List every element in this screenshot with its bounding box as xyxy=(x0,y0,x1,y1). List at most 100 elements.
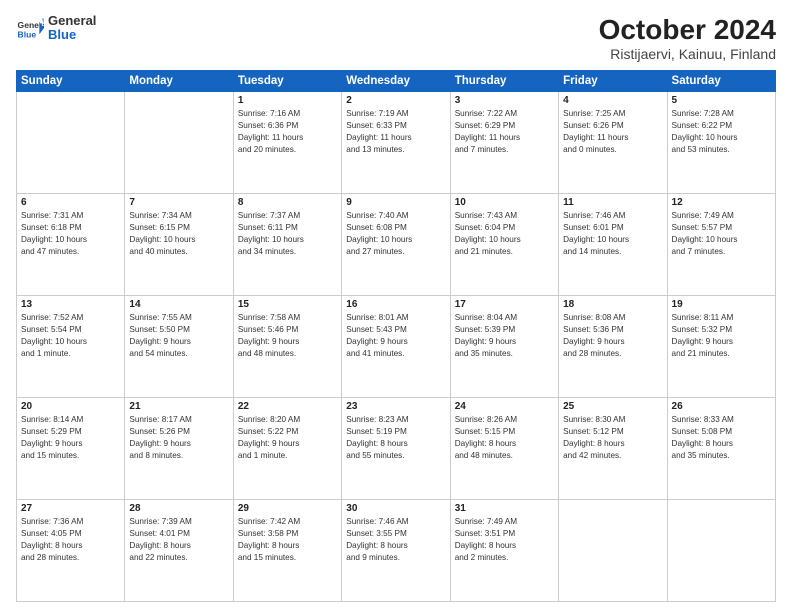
day-number: 5 xyxy=(672,95,771,106)
logo-general: General xyxy=(48,14,96,28)
day-info: Sunrise: 7:49 AM Sunset: 5:57 PM Dayligh… xyxy=(672,210,771,258)
day-number: 7 xyxy=(129,197,228,208)
day-info: Sunrise: 7:46 AM Sunset: 3:55 PM Dayligh… xyxy=(346,516,445,564)
header: General Blue General Blue October 2024 R… xyxy=(16,14,776,62)
day-info: Sunrise: 7:52 AM Sunset: 5:54 PM Dayligh… xyxy=(21,312,120,360)
day-info: Sunrise: 7:31 AM Sunset: 6:18 PM Dayligh… xyxy=(21,210,120,258)
table-row: 9Sunrise: 7:40 AM Sunset: 6:08 PM Daylig… xyxy=(342,194,450,296)
day-number: 21 xyxy=(129,401,228,412)
table-row: 13 Sunrise: 7:52 AM Sunset: 5:54 PM Dayli… xyxy=(17,296,125,398)
day-info: Sunrise: 7:39 AM Sunset: 4:01 PM Dayligh… xyxy=(129,516,228,564)
day-number: 26 xyxy=(672,401,771,412)
table-row: 29 Sunrise: 7:42 AM Sunset: 3:58 PM Dayli… xyxy=(233,500,341,602)
table-row xyxy=(667,500,775,602)
day-info: Sunrise: 8:20 AM Sunset: 5:22 PM Dayligh… xyxy=(238,414,337,462)
logo-icon: General Blue xyxy=(16,14,44,42)
day-number: 12 xyxy=(672,197,771,208)
table-row: 10Sunrise: 7:43 AM Sunset: 6:04 PM Dayli… xyxy=(450,194,558,296)
day-number: 11 xyxy=(563,197,662,208)
day-info: Sunrise: 7:42 AM Sunset: 3:58 PM Dayligh… xyxy=(238,516,337,564)
table-row xyxy=(559,500,667,602)
day-number: 24 xyxy=(455,401,554,412)
day-info: Sunrise: 7:25 AM Sunset: 6:26 PM Dayligh… xyxy=(563,108,662,156)
col-tuesday: Tuesday xyxy=(233,71,341,92)
table-row: 16 Sunrise: 8:01 AM Sunset: 5:43 PM Dayli… xyxy=(342,296,450,398)
day-info: Sunrise: 7:22 AM Sunset: 6:29 PM Dayligh… xyxy=(455,108,554,156)
table-row: 21 Sunrise: 8:17 AM Sunset: 5:26 PM Dayli… xyxy=(125,398,233,500)
day-number: 4 xyxy=(563,95,662,106)
day-number: 29 xyxy=(238,503,337,514)
day-info: Sunrise: 7:37 AM Sunset: 6:11 PM Dayligh… xyxy=(238,210,337,258)
page-subtitle: Ristijaervi, Kainuu, Finland xyxy=(599,46,776,62)
col-saturday: Saturday xyxy=(667,71,775,92)
table-row: 3 Sunrise: 7:22 AM Sunset: 6:29 PM Daylig… xyxy=(450,92,558,194)
day-number: 13 xyxy=(21,299,120,310)
day-number: 16 xyxy=(346,299,445,310)
day-number: 27 xyxy=(21,503,120,514)
svg-text:Blue: Blue xyxy=(18,30,37,40)
day-info: Sunrise: 7:28 AM Sunset: 6:22 PM Dayligh… xyxy=(672,108,771,156)
table-row: 26 Sunrise: 8:33 AM Sunset: 5:08 PM Dayli… xyxy=(667,398,775,500)
table-row: 7 Sunrise: 7:34 AM Sunset: 6:15 PM Daylig… xyxy=(125,194,233,296)
calendar-table: Sunday Monday Tuesday Wednesday Thursday… xyxy=(16,70,776,602)
day-info: Sunrise: 8:30 AM Sunset: 5:12 PM Dayligh… xyxy=(563,414,662,462)
table-row xyxy=(17,92,125,194)
table-row: 8 Sunrise: 7:37 AM Sunset: 6:11 PM Daylig… xyxy=(233,194,341,296)
title-block: October 2024 Ristijaervi, Kainuu, Finlan… xyxy=(599,14,776,62)
col-friday: Friday xyxy=(559,71,667,92)
day-number: 30 xyxy=(346,503,445,514)
day-info: Sunrise: 8:17 AM Sunset: 5:26 PM Dayligh… xyxy=(129,414,228,462)
day-number: 2 xyxy=(346,95,445,106)
table-row: 14 Sunrise: 7:55 AM Sunset: 5:50 PM Dayli… xyxy=(125,296,233,398)
day-info: Sunrise: 7:34 AM Sunset: 6:15 PM Dayligh… xyxy=(129,210,228,258)
day-number: 17 xyxy=(455,299,554,310)
day-number: 3 xyxy=(455,95,554,106)
day-number: 20 xyxy=(21,401,120,412)
day-info: Sunrise: 7:55 AM Sunset: 5:50 PM Dayligh… xyxy=(129,312,228,360)
col-monday: Monday xyxy=(125,71,233,92)
day-number: 31 xyxy=(455,503,554,514)
page-title: October 2024 xyxy=(599,14,776,46)
day-info: Sunrise: 7:49 AM Sunset: 3:51 PM Dayligh… xyxy=(455,516,554,564)
day-number: 18 xyxy=(563,299,662,310)
day-info: Sunrise: 8:08 AM Sunset: 5:36 PM Dayligh… xyxy=(563,312,662,360)
day-number: 1 xyxy=(238,95,337,106)
table-row: 24 Sunrise: 8:26 AM Sunset: 5:15 PM Dayli… xyxy=(450,398,558,500)
day-info: Sunrise: 8:01 AM Sunset: 5:43 PM Dayligh… xyxy=(346,312,445,360)
table-row: 17Sunrise: 8:04 AM Sunset: 5:39 PM Dayli… xyxy=(450,296,558,398)
col-sunday: Sunday xyxy=(17,71,125,92)
day-number: 14 xyxy=(129,299,228,310)
table-row: 5 Sunrise: 7:28 AM Sunset: 6:22 PM Daylig… xyxy=(667,92,775,194)
table-row: 4 Sunrise: 7:25 AM Sunset: 6:26 PM Daylig… xyxy=(559,92,667,194)
table-row: 19 Sunrise: 8:11 AM Sunset: 5:32 PM Dayli… xyxy=(667,296,775,398)
table-row: 25 Sunrise: 8:30 AM Sunset: 5:12 PM Dayli… xyxy=(559,398,667,500)
day-info: Sunrise: 8:14 AM Sunset: 5:29 PM Dayligh… xyxy=(21,414,120,462)
day-number: 8 xyxy=(238,197,337,208)
day-number: 19 xyxy=(672,299,771,310)
day-number: 15 xyxy=(238,299,337,310)
day-info: Sunrise: 8:11 AM Sunset: 5:32 PM Dayligh… xyxy=(672,312,771,360)
table-row: 23 Sunrise: 8:23 AM Sunset: 5:19 PM Dayli… xyxy=(342,398,450,500)
logo-text: General Blue xyxy=(48,14,96,43)
table-row xyxy=(125,92,233,194)
day-number: 23 xyxy=(346,401,445,412)
col-thursday: Thursday xyxy=(450,71,558,92)
day-info: Sunrise: 8:33 AM Sunset: 5:08 PM Dayligh… xyxy=(672,414,771,462)
col-wednesday: Wednesday xyxy=(342,71,450,92)
table-row: 18 Sunrise: 8:08 AM Sunset: 5:36 PM Dayli… xyxy=(559,296,667,398)
day-info: Sunrise: 7:36 AM Sunset: 4:05 PM Dayligh… xyxy=(21,516,120,564)
table-row: 12 Sunrise: 7:49 AM Sunset: 5:57 PM Dayli… xyxy=(667,194,775,296)
table-row: 1 Sunrise: 7:16 AM Sunset: 6:36 PM Daylig… xyxy=(233,92,341,194)
day-number: 28 xyxy=(129,503,228,514)
day-number: 25 xyxy=(563,401,662,412)
day-info: Sunrise: 7:46 AM Sunset: 6:01 PM Dayligh… xyxy=(563,210,662,258)
day-info: Sunrise: 8:26 AM Sunset: 5:15 PM Dayligh… xyxy=(455,414,554,462)
day-info: Sunrise: 7:43 AM Sunset: 6:04 PM Dayligh… xyxy=(455,210,554,258)
day-number: 6 xyxy=(21,197,120,208)
table-row: 6 Sunrise: 7:31 AM Sunset: 6:18 PM Daylig… xyxy=(17,194,125,296)
calendar-header-row: Sunday Monday Tuesday Wednesday Thursday… xyxy=(17,71,776,92)
day-info: Sunrise: 8:23 AM Sunset: 5:19 PM Dayligh… xyxy=(346,414,445,462)
table-row: 27 Sunrise: 7:36 AM Sunset: 4:05 PM Dayli… xyxy=(17,500,125,602)
table-row: 20 Sunrise: 8:14 AM Sunset: 5:29 PM Dayli… xyxy=(17,398,125,500)
day-info: Sunrise: 7:16 AM Sunset: 6:36 PM Dayligh… xyxy=(238,108,337,156)
